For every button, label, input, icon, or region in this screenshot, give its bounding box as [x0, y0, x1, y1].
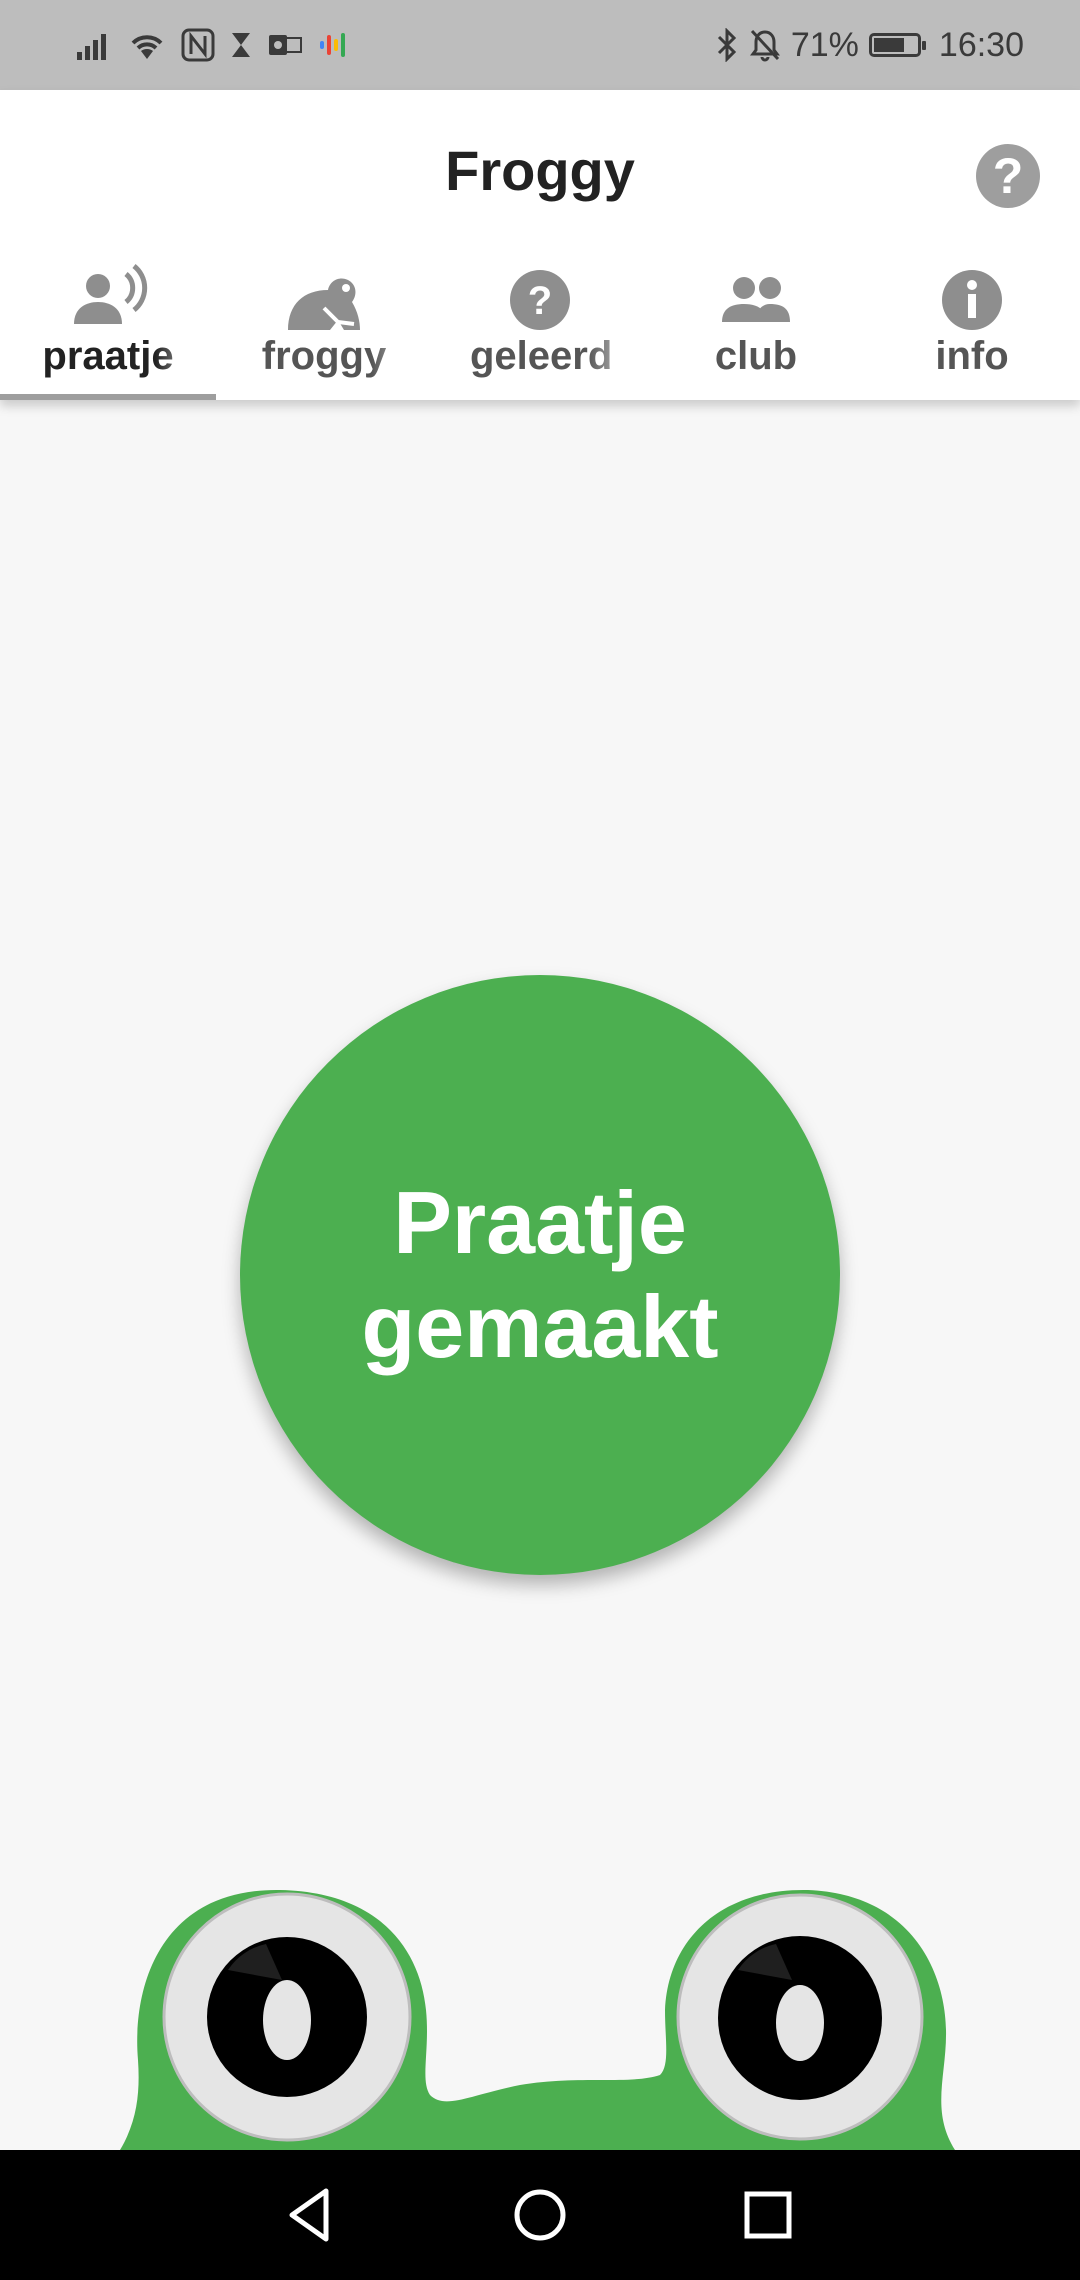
bluetooth-icon	[717, 28, 736, 62]
system-nav-bar	[0, 2150, 1080, 2280]
nfc-icon	[181, 28, 215, 62]
status-right: 71% 16:30	[715, 22, 1024, 68]
tab-label: club	[714, 334, 798, 378]
help-circle-icon: ?	[510, 270, 570, 330]
page-title: Froggy	[445, 139, 635, 202]
active-tab-indicator	[0, 394, 216, 400]
button-label-line2: gemaakt	[361, 1277, 719, 1376]
battery-percent: 71%	[790, 25, 859, 64]
svg-text:?: ?	[528, 279, 552, 323]
frog-icon	[288, 278, 360, 330]
tab-info[interactable]: info	[864, 250, 1080, 400]
frog-eyes-illustration	[120, 1889, 955, 2150]
status-bar: 71% 16:30	[0, 0, 1080, 90]
tab-label: froggy	[261, 334, 387, 378]
tab-label: info	[935, 334, 1009, 378]
status-left-icons	[75, 24, 351, 66]
speaking-person-icon	[74, 264, 148, 324]
bell-off-icon	[749, 29, 780, 62]
home-icon[interactable]	[510, 2185, 570, 2245]
wifi-icon	[131, 35, 163, 59]
hourglass-icon	[232, 33, 250, 57]
battery-fill	[873, 38, 904, 52]
tab-club[interactable]: club	[648, 250, 864, 400]
back-icon[interactable]	[280, 2185, 340, 2245]
people-icon	[722, 277, 790, 322]
battery-icon	[868, 33, 926, 57]
outlook-icon	[269, 35, 302, 55]
tab-label: praatje	[42, 334, 174, 378]
app-bar: Froggy ? praatje froggy ? geleerd club i…	[0, 90, 1080, 400]
clock: 16:30	[938, 25, 1024, 64]
signal-icon	[77, 34, 106, 60]
button-label-line1: Praatje	[393, 1173, 687, 1272]
help-circle-icon: ?	[992, 148, 1024, 204]
info-circle-icon	[942, 270, 1002, 330]
help-button[interactable]: ?	[976, 144, 1040, 208]
tab-froggy[interactable]: froggy	[216, 250, 432, 400]
recents-icon[interactable]	[738, 2185, 798, 2245]
podcast-icon	[320, 33, 345, 57]
tab-bar: praatje froggy ? geleerd club info	[0, 250, 1080, 400]
tab-praatje[interactable]: praatje	[0, 250, 216, 400]
tab-label: geleerd	[470, 334, 613, 378]
tab-geleerd[interactable]: ? geleerd	[432, 250, 648, 400]
praatje-gemaakt-button[interactable]: Praatje gemaakt	[240, 975, 840, 1575]
